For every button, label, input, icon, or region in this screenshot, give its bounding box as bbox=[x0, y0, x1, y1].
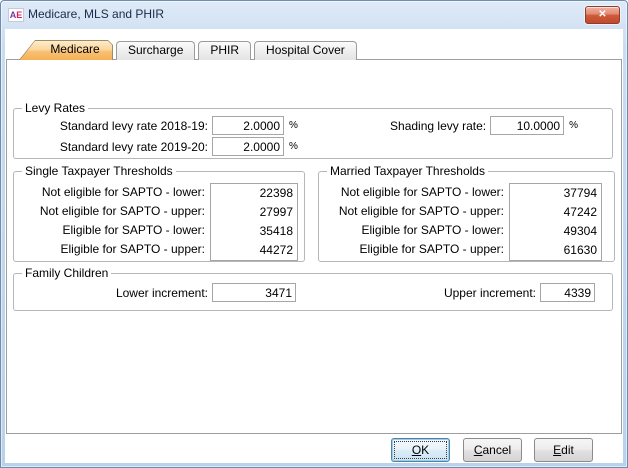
edit-button-mnemonic: E bbox=[553, 443, 561, 457]
tab-phir[interactable]: PHIR bbox=[198, 41, 251, 60]
field-label: Not eligible for SAPTO - lower: bbox=[319, 183, 509, 202]
field-label: Standard levy rate 2018-19: bbox=[24, 119, 212, 133]
field-row: Standard levy rate 2018-19: % bbox=[24, 116, 298, 135]
married-thresholds-content: Not eligible for SAPTO - lower: Not elig… bbox=[319, 172, 614, 261]
threshold-value-eligible-lower[interactable]: 49304 bbox=[510, 222, 601, 241]
levy-left-column: Standard levy rate 2018-19: % Standard l… bbox=[24, 116, 298, 158]
tab-medicare-label: Medicare bbox=[41, 40, 109, 60]
field-label: Lower increment: bbox=[24, 286, 212, 300]
upper-increment-field: Upper increment: bbox=[444, 283, 595, 302]
single-thresholds-content: Not eligible for SAPTO - lower: Not elig… bbox=[14, 172, 304, 261]
field-label: Not eligible for SAPTO - upper: bbox=[319, 202, 509, 221]
field-label: Eligible for SAPTO - lower: bbox=[319, 221, 509, 240]
edit-button-label: dit bbox=[561, 443, 574, 457]
married-thresholds-box: 37794 47242 49304 61630 bbox=[509, 183, 602, 261]
percent-sign: % bbox=[289, 120, 298, 131]
group-single-taxpayer-thresholds: Single Taxpayer Thresholds Not eligible … bbox=[13, 171, 305, 262]
upper-increment-input[interactable] bbox=[540, 283, 595, 302]
client-area: Medicare Surcharge PHIR Hospital Cover L… bbox=[5, 29, 623, 463]
threshold-value-not-eligible-upper[interactable]: 27997 bbox=[211, 203, 297, 222]
threshold-value-eligible-upper[interactable]: 61630 bbox=[510, 241, 601, 260]
dialog-window: AE Medicare, MLS and PHIR ✕ Medicare Sur… bbox=[0, 0, 628, 468]
field-label: Eligible for SAPTO - upper: bbox=[319, 240, 509, 259]
standard-levy-rate-2019-20-input[interactable] bbox=[212, 137, 284, 156]
married-thresholds-labels: Not eligible for SAPTO - lower: Not elig… bbox=[319, 183, 509, 261]
field-label: Upper increment: bbox=[444, 286, 540, 300]
field-label: Not eligible for SAPTO - upper: bbox=[14, 202, 210, 221]
titlebar[interactable]: AE Medicare, MLS and PHIR ✕ bbox=[1, 1, 627, 29]
shading-levy-rate-field: Shading levy rate: % bbox=[390, 116, 578, 135]
shading-levy-rate-input[interactable] bbox=[490, 116, 564, 135]
field-label: Eligible for SAPTO - lower: bbox=[14, 221, 210, 240]
lower-increment-input[interactable] bbox=[212, 283, 296, 302]
percent-sign: % bbox=[569, 120, 578, 131]
standard-levy-rate-2018-19-input[interactable] bbox=[212, 116, 284, 135]
single-thresholds-box: 22398 27997 35418 44272 bbox=[210, 183, 298, 261]
tab-hospital-cover[interactable]: Hospital Cover bbox=[254, 41, 357, 60]
threshold-value-not-eligible-lower[interactable]: 22398 bbox=[211, 184, 297, 203]
group-single-thresholds-title: Single Taxpayer Thresholds bbox=[22, 164, 176, 179]
field-label: Standard levy rate 2019-20: bbox=[24, 140, 212, 154]
cancel-button-label: ancel bbox=[482, 443, 511, 457]
edit-button[interactable]: Edit bbox=[534, 438, 593, 462]
field-row: Standard levy rate 2019-20: % bbox=[24, 137, 298, 156]
threshold-value-eligible-lower[interactable]: 35418 bbox=[211, 222, 297, 241]
app-icon-letter-e: E bbox=[16, 10, 22, 20]
ok-button[interactable]: OK bbox=[391, 438, 450, 462]
threshold-value-not-eligible-lower[interactable]: 37794 bbox=[510, 184, 601, 203]
tab-surcharge[interactable]: Surcharge bbox=[116, 41, 195, 60]
group-family-children-title: Family Children bbox=[22, 266, 111, 281]
app-icon: AE bbox=[8, 8, 24, 22]
lower-increment-field: Lower increment: bbox=[24, 283, 296, 302]
ok-button-label: K bbox=[421, 443, 429, 457]
tab-strip: Medicare Surcharge PHIR Hospital Cover bbox=[19, 40, 357, 60]
group-married-taxpayer-thresholds: Married Taxpayer Thresholds Not eligible… bbox=[318, 171, 615, 262]
group-married-thresholds-title: Married Taxpayer Thresholds bbox=[327, 164, 488, 179]
ok-button-mnemonic: O bbox=[412, 443, 421, 457]
threshold-value-not-eligible-upper[interactable]: 47242 bbox=[510, 203, 601, 222]
window-title: Medicare, MLS and PHIR bbox=[28, 1, 164, 29]
field-label: Shading levy rate: bbox=[390, 119, 490, 133]
group-family-children: Family Children Lower increment: Upper i… bbox=[13, 273, 613, 311]
field-label: Eligible for SAPTO - upper: bbox=[14, 240, 210, 259]
percent-sign: % bbox=[289, 141, 298, 152]
tab-page-medicare: Levy Rates Standard levy rate 2018-19: %… bbox=[6, 59, 622, 434]
group-levy-rates: Levy Rates Standard levy rate 2018-19: %… bbox=[13, 108, 613, 159]
tab-medicare[interactable]: Medicare bbox=[19, 40, 113, 60]
group-levy-rates-title: Levy Rates bbox=[22, 101, 88, 116]
close-button[interactable]: ✕ bbox=[585, 6, 620, 24]
field-label: Not eligible for SAPTO - lower: bbox=[14, 183, 210, 202]
cancel-button[interactable]: Cancel bbox=[463, 438, 522, 462]
close-icon: ✕ bbox=[598, 9, 606, 20]
threshold-value-eligible-upper[interactable]: 44272 bbox=[211, 241, 297, 260]
single-thresholds-labels: Not eligible for SAPTO - lower: Not elig… bbox=[14, 183, 210, 261]
